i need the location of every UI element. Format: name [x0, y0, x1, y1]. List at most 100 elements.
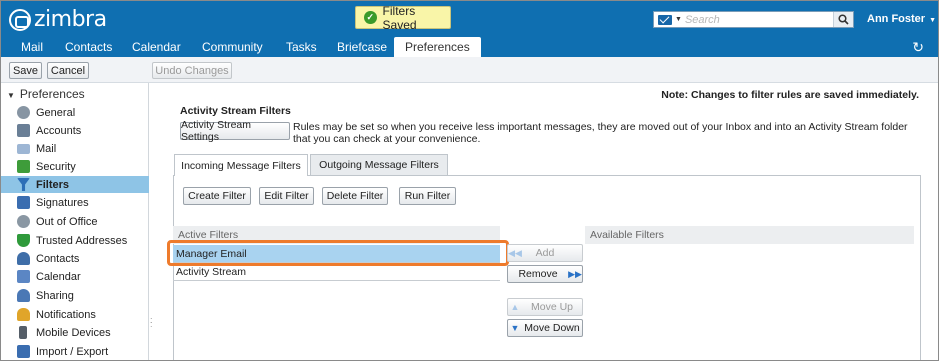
selection-highlight: [167, 240, 509, 266]
create-filter-button[interactable]: Create Filter: [183, 187, 251, 205]
preferences-sidebar: ▼ Preferences General Accounts Mail Secur…: [1, 83, 149, 360]
available-filters-header: Available Filters: [585, 226, 914, 244]
tab-tasks[interactable]: Tasks: [286, 40, 317, 54]
move-down-button[interactable]: ▼ Move Down: [507, 319, 583, 337]
search-icon[interactable]: [833, 12, 853, 27]
tab-mail[interactable]: Mail: [21, 40, 43, 54]
filter-icon: [17, 178, 30, 191]
sidebar-item-label: General: [36, 106, 76, 119]
user-menu[interactable]: Ann Foster ▼: [867, 13, 936, 25]
section-description: Rules may be set so when you receive les…: [293, 121, 908, 145]
collapse-triangle-icon[interactable]: ▼: [7, 91, 15, 100]
sidebar-item-security[interactable]: Security: [1, 158, 149, 175]
app-tabs: Mail Contacts Calendar Community Tasks B…: [1, 37, 938, 57]
sidebar-item-label: Mail: [36, 142, 57, 155]
gear-icon: [17, 106, 30, 119]
sidebar-item-label: Import / Export: [36, 345, 109, 358]
toast-text: Filters Saved: [382, 3, 417, 32]
sidebar-item-label: Calendar: [36, 270, 81, 283]
up-arrow-icon: ▲: [510, 302, 520, 312]
logo-text: zimbra: [34, 7, 107, 32]
add-button[interactable]: ◀◀ Add: [507, 244, 583, 262]
signature-icon: [17, 196, 30, 209]
undo-changes-button[interactable]: Undo Changes: [152, 62, 232, 79]
sidebar-item-label: Out of Office: [36, 215, 98, 228]
save-note: Note: Changes to filter rules are saved …: [661, 89, 919, 101]
remove-button[interactable]: Remove ▶▶: [507, 265, 583, 283]
contacts-icon: [17, 252, 30, 265]
sidebar-item-label: Security: [36, 160, 76, 173]
move-up-button[interactable]: ▲ Move Up: [507, 298, 583, 316]
status-toast: ✓ Filters Saved: [355, 3, 451, 32]
top-banner: zimbra ✓ Filters Saved ▼ Search Ann Fost…: [1, 1, 938, 37]
tab-calendar[interactable]: Calendar: [132, 40, 181, 54]
sidebar-item-label: Notifications: [36, 308, 96, 321]
row-divider: [173, 280, 500, 281]
sidebar-item-label: Signatures: [36, 196, 89, 209]
mobile-icon: [19, 326, 27, 339]
sidebar-item-trusted-addresses[interactable]: Trusted Addresses: [1, 232, 149, 249]
search-input[interactable]: Search: [685, 14, 833, 26]
tab-briefcase[interactable]: Briefcase: [337, 40, 387, 54]
sidebar-item-label: Accounts: [36, 124, 82, 137]
tab-preferences[interactable]: Preferences: [394, 37, 481, 57]
double-left-arrow-icon: ◀◀: [508, 247, 522, 258]
activity-stream-settings-button[interactable]: Activity Stream Settings: [180, 119, 290, 143]
run-filter-button[interactable]: Run Filter: [399, 187, 456, 205]
bell-icon: [17, 308, 30, 321]
sidebar-item-general[interactable]: General: [1, 104, 149, 121]
sidebar-item-calendar[interactable]: Calendar: [1, 268, 149, 285]
user-name: Ann Foster: [867, 13, 926, 25]
calendar-icon: [17, 270, 30, 283]
refresh-icon[interactable]: ↻: [912, 39, 924, 56]
toolbar: Save Cancel Undo Changes: [1, 57, 938, 83]
sharing-icon: [17, 289, 30, 302]
sidebar-item-import-export[interactable]: Import / Export: [1, 343, 149, 360]
chevron-down-icon[interactable]: ▼: [675, 16, 682, 23]
sidebar-item-signatures[interactable]: Signatures: [1, 194, 149, 211]
sidebar-heading[interactable]: ▼ Preferences: [7, 87, 85, 101]
shield-icon: [17, 234, 30, 247]
sidebar-item-sharing[interactable]: Sharing: [1, 287, 149, 304]
delete-filter-button[interactable]: Delete Filter: [322, 187, 388, 205]
zimbra-logo-icon: [9, 8, 31, 31]
add-button-label: Add: [535, 247, 555, 259]
move-down-button-label: Move Down: [524, 322, 580, 334]
section-title: Activity Stream Filters: [180, 105, 291, 117]
zimbra-logo[interactable]: zimbra: [9, 7, 107, 32]
sidebar-item-label: Filters: [36, 178, 70, 191]
sidebar-item-notifications[interactable]: Notifications: [1, 306, 149, 323]
remove-button-label: Remove: [518, 268, 558, 280]
out-of-office-icon: [17, 215, 30, 228]
security-icon: [17, 160, 30, 173]
app-window: zimbra ✓ Filters Saved ▼ Search Ann Fost…: [0, 0, 939, 361]
mail-icon: [17, 143, 30, 154]
sidebar-item-label: Trusted Addresses: [36, 234, 128, 247]
chevron-down-icon: ▼: [929, 17, 936, 24]
sidebar-item-label: Sharing: [36, 289, 74, 302]
sidebar-item-mail[interactable]: Mail: [1, 140, 149, 157]
tab-incoming-message-filters[interactable]: Incoming Message Filters: [174, 154, 308, 176]
sidebar-item-contacts[interactable]: Contacts: [1, 250, 149, 267]
filters-content: Note: Changes to filter rules are saved …: [153, 83, 938, 360]
mail-search-type-icon[interactable]: [658, 14, 672, 25]
sidebar-item-accounts[interactable]: Accounts: [1, 122, 149, 139]
tab-outgoing-message-filters[interactable]: Outgoing Message Filters: [310, 154, 448, 175]
cancel-button[interactable]: Cancel: [47, 62, 89, 79]
sidebar-item-label: Contacts: [36, 252, 80, 265]
move-up-button-label: Move Up: [530, 301, 573, 313]
sidebar-item-out-of-office[interactable]: Out of Office: [1, 213, 149, 230]
import-export-icon: [17, 345, 30, 358]
down-arrow-icon: ▼: [510, 323, 520, 333]
tab-community[interactable]: Community: [202, 40, 263, 54]
edit-filter-button[interactable]: Edit Filter: [259, 187, 314, 205]
sidebar-item-label: Mobile Devices: [36, 326, 111, 339]
double-right-arrow-icon: ▶▶: [568, 268, 582, 279]
search-box[interactable]: ▼ Search: [653, 11, 854, 28]
save-button[interactable]: Save: [9, 62, 42, 79]
sidebar-item-mobile-devices[interactable]: Mobile Devices: [1, 324, 149, 341]
sidebar-item-filters[interactable]: Filters: [1, 176, 149, 193]
check-circle-icon: ✓: [364, 11, 377, 24]
tab-contacts[interactable]: Contacts: [65, 40, 112, 54]
sidebar-heading-label: Preferences: [19, 87, 85, 101]
